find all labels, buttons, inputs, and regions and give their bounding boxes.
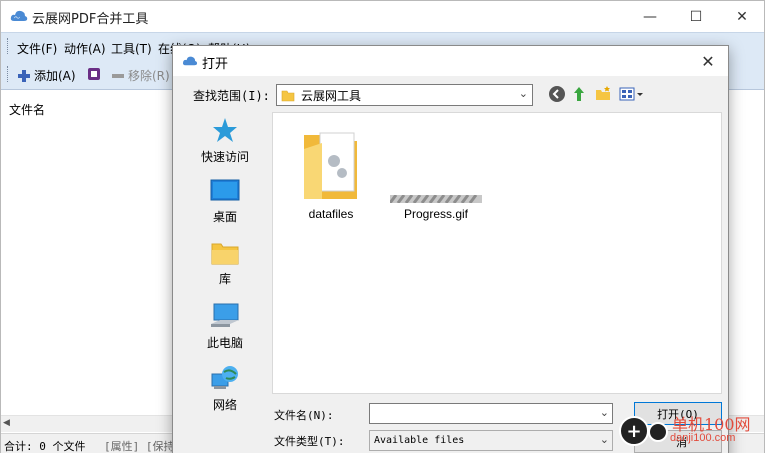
place-this-pc[interactable]: 此电脑 — [181, 302, 269, 364]
add-button[interactable]: 添加(A) — [17, 67, 76, 84]
place-library[interactable]: 库 — [181, 240, 269, 302]
lookin-combobox[interactable]: 云展网工具 ⌄ — [276, 84, 533, 106]
back-arrow-icon — [549, 86, 565, 102]
column-filename[interactable]: 文件名 — [9, 101, 45, 118]
place-quick-access[interactable]: 快速访问 — [181, 116, 269, 178]
new-folder-icon — [596, 86, 610, 100]
dialog-close-button[interactable]: ✕ — [694, 50, 722, 72]
dialog-body: 查找范围(I): 云展网工具 ⌄ 快速访问 桌面 库 此电脑 网络 datafi… — [173, 76, 728, 453]
up-folder-button[interactable] — [570, 85, 588, 103]
remove-button[interactable]: 移除(R) — [111, 67, 170, 84]
plus-icon — [18, 69, 30, 82]
view-grid-icon — [619, 87, 643, 101]
filetype-value: Available files — [374, 435, 465, 446]
open-dialog: 打开 ✕ 查找范围(I): 云展网工具 ⌄ 快速访问 桌面 库 此电脑 网络 d… — [172, 45, 729, 453]
file-label: Progress.gif — [403, 207, 469, 221]
cloud-icon — [182, 56, 198, 66]
status-total: 合计: 0 个文件 — [4, 440, 86, 453]
lookin-label: 查找范围(I): — [193, 89, 270, 103]
network-globe-icon — [211, 366, 238, 389]
menu-tools[interactable]: 工具(T) — [111, 40, 152, 57]
open-label: 打开(O) — [657, 407, 699, 421]
filename-input[interactable]: ⌄ — [369, 403, 613, 424]
filename-label: 文件名(N): — [274, 409, 334, 422]
cancel-button[interactable]: 消 — [634, 430, 722, 453]
title-bar: 〜 云展网PDF合并工具 — ☐ ✕ — [1, 1, 764, 32]
menu-file[interactable]: 文件(F) — [17, 40, 57, 57]
star-icon — [213, 118, 237, 142]
folder-icon — [281, 90, 295, 102]
lookin-value: 云展网工具 — [301, 88, 362, 103]
place-label: 库 — [218, 272, 231, 286]
computer-icon — [211, 303, 239, 327]
place-label: 快速访问 — [200, 150, 249, 164]
cloud-icon: 〜 — [10, 10, 28, 22]
stop-icon — [88, 68, 100, 80]
menubar-grip[interactable] — [7, 38, 10, 54]
file-list-view[interactable]: datafiles Progress.gif — [272, 112, 722, 394]
filetype-label: 文件类型(T): — [274, 435, 345, 448]
stop-button[interactable] — [87, 67, 101, 81]
folder-icon — [304, 132, 357, 199]
new-folder-button[interactable] — [594, 85, 612, 103]
place-label: 网络 — [212, 398, 237, 412]
dialog-title: 打开 — [202, 57, 229, 72]
gif-progress-icon — [390, 195, 482, 203]
chevron-down-icon[interactable]: ⌄ — [600, 406, 609, 419]
svg-text:〜: 〜 — [14, 15, 20, 22]
back-button[interactable] — [548, 85, 566, 103]
menu-action[interactable]: 动作(A) — [64, 40, 106, 57]
cancel-label: 消 — [676, 435, 687, 449]
status-attributes: [属性] [保持 — [104, 440, 175, 453]
place-network[interactable]: 网络 — [181, 364, 269, 426]
place-label: 桌面 — [212, 210, 237, 224]
window-title: 云展网PDF合并工具 — [32, 12, 149, 27]
chevron-down-icon[interactable]: ⌄ — [519, 87, 528, 100]
file-label: datafiles — [308, 207, 354, 221]
view-menu-button[interactable] — [619, 85, 645, 103]
maximize-button[interactable]: ☐ — [673, 1, 719, 32]
places-bar: 快速访问 桌面 库 此电脑 网络 — [181, 112, 269, 428]
place-label: 此电脑 — [206, 336, 243, 350]
filetype-select[interactable]: Available files ⌄ — [369, 430, 613, 451]
place-desktop[interactable]: 桌面 — [181, 178, 269, 240]
minus-icon — [112, 73, 124, 78]
open-button[interactable]: 打开(O) — [634, 402, 722, 425]
toolbar-grip[interactable] — [7, 66, 10, 82]
file-item-progress-gif[interactable]: Progress.gif — [388, 127, 484, 221]
file-item-datafiles[interactable]: datafiles — [283, 127, 379, 221]
scroll-left-arrow-icon[interactable]: ◀ — [3, 418, 10, 428]
up-arrow-icon — [574, 87, 584, 101]
desktop-icon — [210, 179, 240, 201]
remove-label: 移除(R) — [128, 69, 170, 83]
minimize-button[interactable]: — — [627, 1, 673, 32]
dialog-title-bar: 打开 ✕ — [173, 46, 728, 76]
add-label: 添加(A) — [34, 69, 76, 83]
library-folder-icon — [211, 243, 239, 265]
close-button[interactable]: ✕ — [719, 1, 765, 32]
chevron-down-icon[interactable]: ⌄ — [600, 433, 609, 446]
